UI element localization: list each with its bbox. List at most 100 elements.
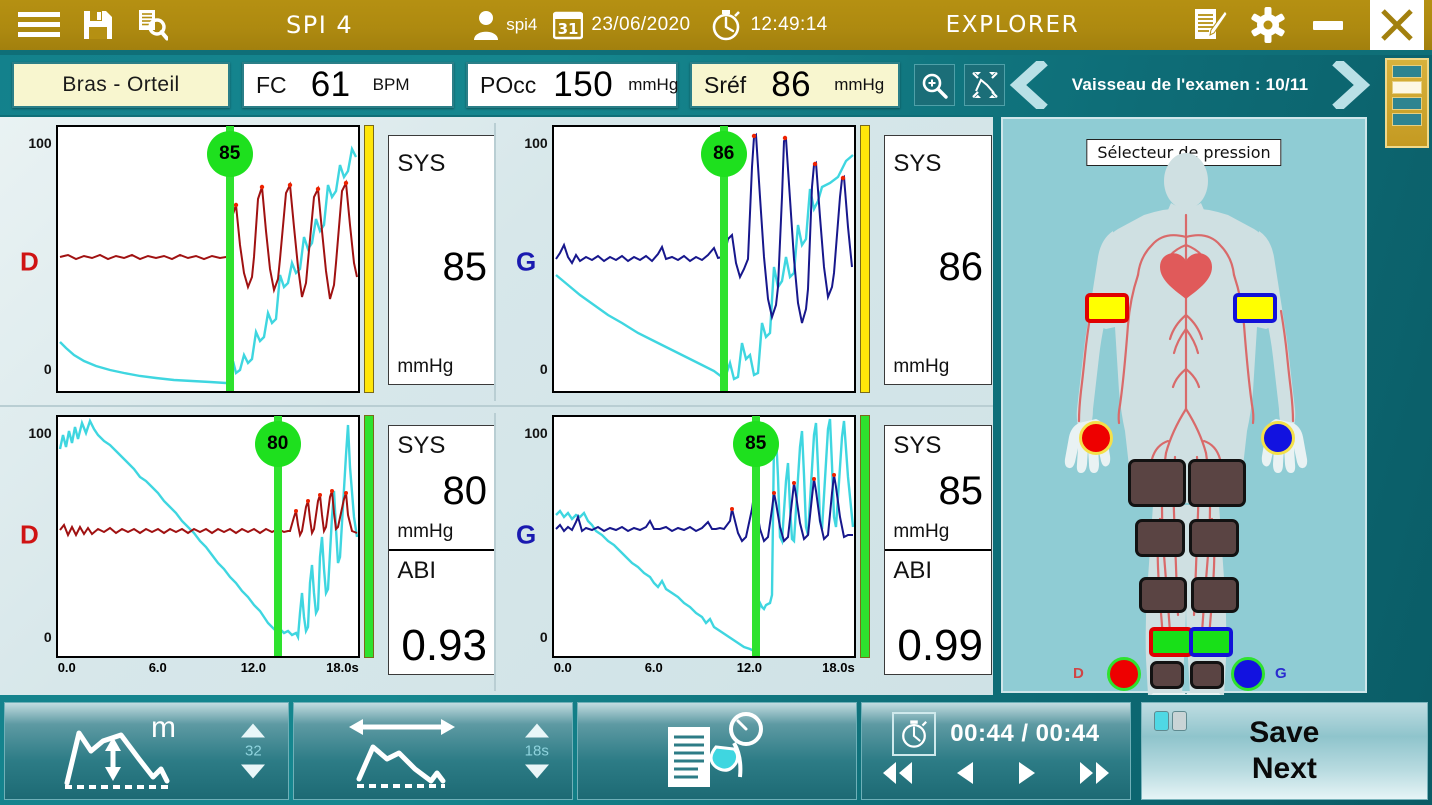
readout-bottom-left: SYS 80 mmHg ABI 0.93 [388,425,496,675]
save-next-button[interactable]: Save Next [1140,702,1428,800]
sensor-right-toe[interactable] [1107,657,1141,691]
device-title: SPI 4 [286,11,354,39]
cuff-left-foot[interactable] [1190,661,1224,689]
y-axis-bottom-right: 100 0 G [496,407,552,697]
readout-label: SYS [893,150,942,177]
y-tick-max: 100 [28,425,52,441]
fc-label: FC [256,71,287,98]
x-tick: 6.0 [644,660,663,675]
side-letter-right: D [20,246,39,277]
plot-area-bottom-left[interactable]: 80 [55,415,360,658]
up-arrow-icon[interactable] [240,723,266,739]
svg-text:31: 31 [558,20,579,38]
cuff-left-calf[interactable] [1189,519,1239,557]
systolic-marker-bubble[interactable]: 80 [254,421,301,467]
y-tick-min: 0 [539,629,548,645]
down-arrow-icon[interactable] [524,764,550,780]
x-tick: 18.0s [326,660,359,675]
readout-top-right: SYS 86 mmHg [884,135,992,385]
minimize-button[interactable] [1308,20,1348,30]
readout-unit: mmHg [893,521,950,542]
quality-indicator-bar [859,415,871,658]
vessel-navigation: Vaisseau de l'examen : 10/11 [1000,55,1380,115]
fit-curve-button[interactable] [964,64,1005,106]
quality-indicator-bar [363,125,375,393]
cuff-left-arm[interactable] [1233,293,1277,323]
play-icon[interactable] [1016,760,1038,791]
previous-icon[interactable] [954,760,976,791]
readout-unit: mmHg [893,356,950,377]
hamburger-menu-icon[interactable] [18,10,60,40]
x-tick: 12.0 [736,660,763,675]
timer-box [892,711,937,756]
cuff-right-thigh[interactable] [1128,459,1186,507]
timescale-control[interactable]: 18s [293,702,573,800]
y-tick-max: 100 [524,135,548,151]
chevron-left-icon[interactable] [1008,61,1050,109]
sref-value: 86 [771,65,812,104]
y-tick-min: 0 [43,629,52,645]
cuff-right-foot[interactable] [1150,661,1184,689]
systolic-marker-bubble[interactable]: 85 [732,421,779,467]
cuff-right-calf[interactable] [1135,519,1185,557]
playback-control[interactable]: 00:44 / 00:44 [861,702,1131,800]
waveform-row-top: 100 0 D 85 SYS 85 mmHg 100 0 G 86 SYS 86… [0,117,993,407]
reference-systolic-field[interactable]: Sréf 86 mmHg [690,62,900,108]
amplitude-control[interactable]: m 32 [4,702,290,800]
rewind-icon[interactable] [880,760,914,791]
plot-area-bottom-right[interactable]: 85 [551,415,856,658]
measurement-mode-field[interactable]: Bras - Orteil [12,62,230,108]
segment-list-icon [1392,97,1422,110]
sensor-left-wrist[interactable] [1261,421,1295,455]
readout-label: ABI [397,557,437,584]
y-tick-max: 100 [524,425,548,441]
plot-area-top-right[interactable]: 86 [551,125,856,393]
x-tick: 6.0 [148,660,167,675]
plot-wrapper-top-left: 85 [55,117,360,407]
systolic-marker-bubble[interactable]: 85 [206,131,253,177]
stopwatch-icon [902,719,928,748]
date-text: 23/06/2020 [591,14,691,35]
cuff-left-thigh[interactable] [1188,459,1246,507]
cuff-right-ankle[interactable] [1139,577,1187,613]
readout-value: 85 [938,468,984,513]
up-arrow-icon[interactable] [524,723,550,739]
sensor-left-toe[interactable] [1231,657,1265,691]
cuff-right-toe[interactable] [1149,627,1193,657]
exam-date: 31 23/06/2020 [553,10,690,40]
playback-time: 00:44 / 00:44 [950,719,1100,747]
readout-abi: ABI 0.93 [389,549,495,674]
close-button[interactable] [1370,0,1424,50]
sensor-right-wrist[interactable] [1079,421,1113,455]
bottom-toolbar: m 32 18s 00:44 / 00:44 Save Next [0,697,1432,805]
plot-wrapper-top-right: 86 [551,117,856,407]
fast-forward-icon[interactable] [1078,760,1112,791]
title-bar-left-icons [0,9,168,41]
exam-time: 12:49:14 [710,9,827,41]
title-bar: SPI 4 spi4 31 23/06/2020 12:49:14 EXPLOR… [0,0,1432,50]
zoom-button[interactable] [914,64,955,106]
cuff-left-ankle[interactable] [1191,577,1239,613]
save-pages-icon [1153,711,1187,731]
amplitude-value: 32 [245,742,262,760]
y-axis-bottom-left: 100 0 D [0,407,56,697]
cuff-left-toe[interactable] [1189,627,1233,657]
quality-indicator-bar [859,125,871,393]
report-button[interactable] [576,702,858,800]
down-arrow-icon[interactable] [240,764,266,780]
readout-top-left: SYS 85 mmHg [388,135,496,385]
cuff-right-arm[interactable] [1085,293,1129,323]
segment-list-widget[interactable] [1385,58,1429,148]
chevron-right-icon[interactable] [1330,61,1372,109]
plot-area-top-left[interactable]: 85 [55,125,360,393]
gear-icon[interactable] [1250,7,1286,43]
current-user: spi4 [473,10,537,40]
floppy-save-icon[interactable] [82,9,114,41]
sref-label: Sréf [704,71,747,98]
document-search-icon[interactable] [136,9,168,41]
readout-sys: SYS 86 mmHg [885,136,991,384]
systolic-marker-bubble[interactable]: 86 [700,131,747,177]
app-name: EXPLORER [945,12,1080,38]
readout-bottom-right: SYS 85 mmHg ABI 0.99 [884,425,992,675]
notepad-pencil-icon[interactable] [1192,8,1228,42]
